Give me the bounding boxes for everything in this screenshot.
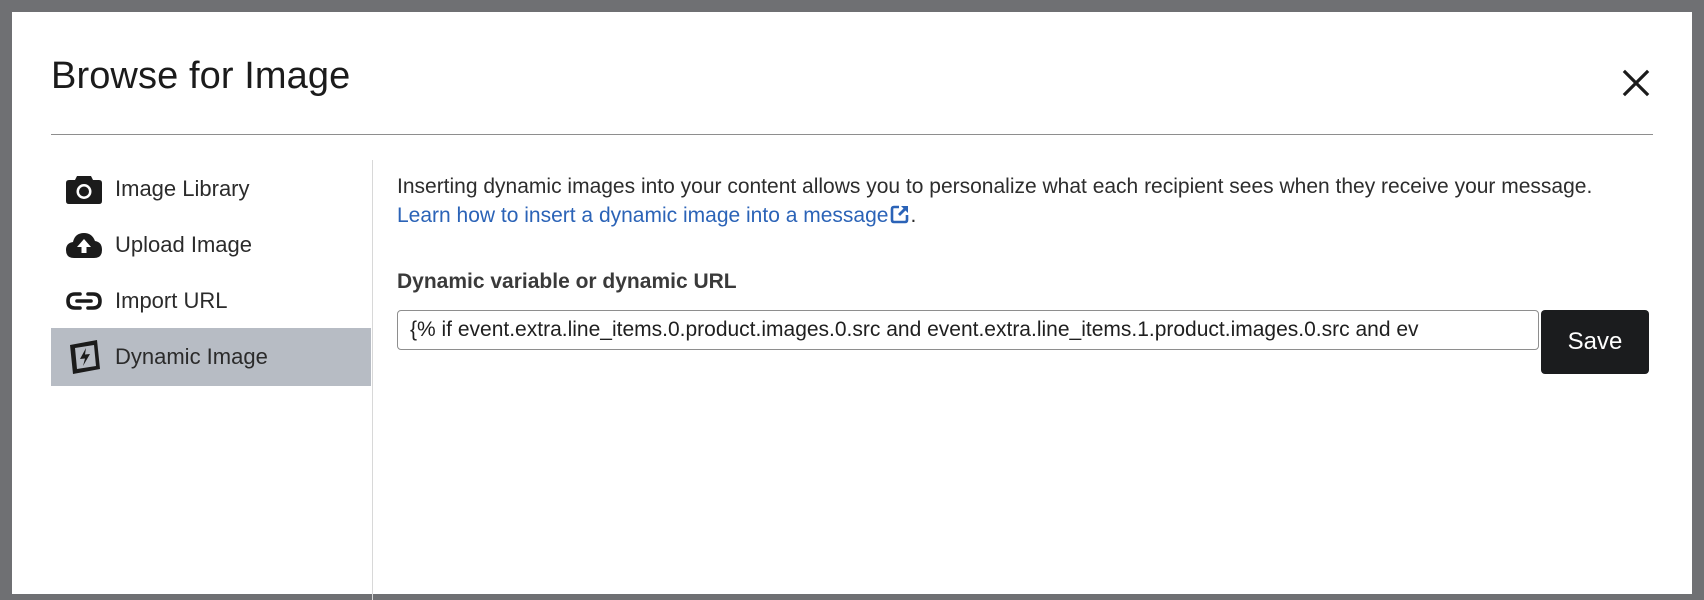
learn-link-label: Learn how to insert a dynamic image into… (397, 204, 889, 227)
sidebar-item-label: Image Library (115, 176, 250, 201)
learn-dynamic-image-link[interactable]: Learn how to insert a dynamic image into… (397, 204, 910, 227)
cloud-upload-icon (64, 225, 104, 265)
browse-image-modal: Browse for Image Image Library Upload Im… (12, 12, 1692, 600)
sidebar-item-label: Import URL (115, 288, 228, 313)
sidebar-item-dynamic-image[interactable]: Dynamic Image (51, 328, 371, 386)
sidebar-item-upload-image[interactable]: Upload Image (51, 216, 371, 274)
dynamic-image-icon (64, 337, 104, 377)
sidebar-item-label: Upload Image (115, 232, 252, 257)
intro-paragraph: Inserting dynamic images into your conte… (397, 172, 1597, 230)
sidebar-item-import-url[interactable]: Import URL (51, 272, 371, 330)
intro-text: Inserting dynamic images into your conte… (397, 175, 1593, 198)
sidebar-item-image-library[interactable]: Image Library (51, 160, 371, 218)
dynamic-image-panel: Inserting dynamic images into your conte… (397, 172, 1663, 374)
link-icon (64, 281, 104, 321)
image-source-sidebar: Image Library Upload Image Import URL Dy… (51, 160, 373, 600)
sidebar-item-label: Dynamic Image (115, 344, 268, 369)
dynamic-url-input[interactable] (397, 310, 1539, 350)
dynamic-url-label: Dynamic variable or dynamic URL (397, 270, 737, 293)
modal-header: Browse for Image (51, 12, 1653, 135)
external-link-icon (891, 205, 909, 224)
close-button[interactable] (1619, 66, 1653, 100)
save-button[interactable]: Save (1541, 310, 1649, 374)
page-backdrop (0, 0, 12, 594)
trailing-period: . (910, 204, 917, 227)
camera-icon (64, 169, 104, 209)
close-icon (1622, 69, 1650, 97)
modal-title: Browse for Image (51, 55, 351, 97)
